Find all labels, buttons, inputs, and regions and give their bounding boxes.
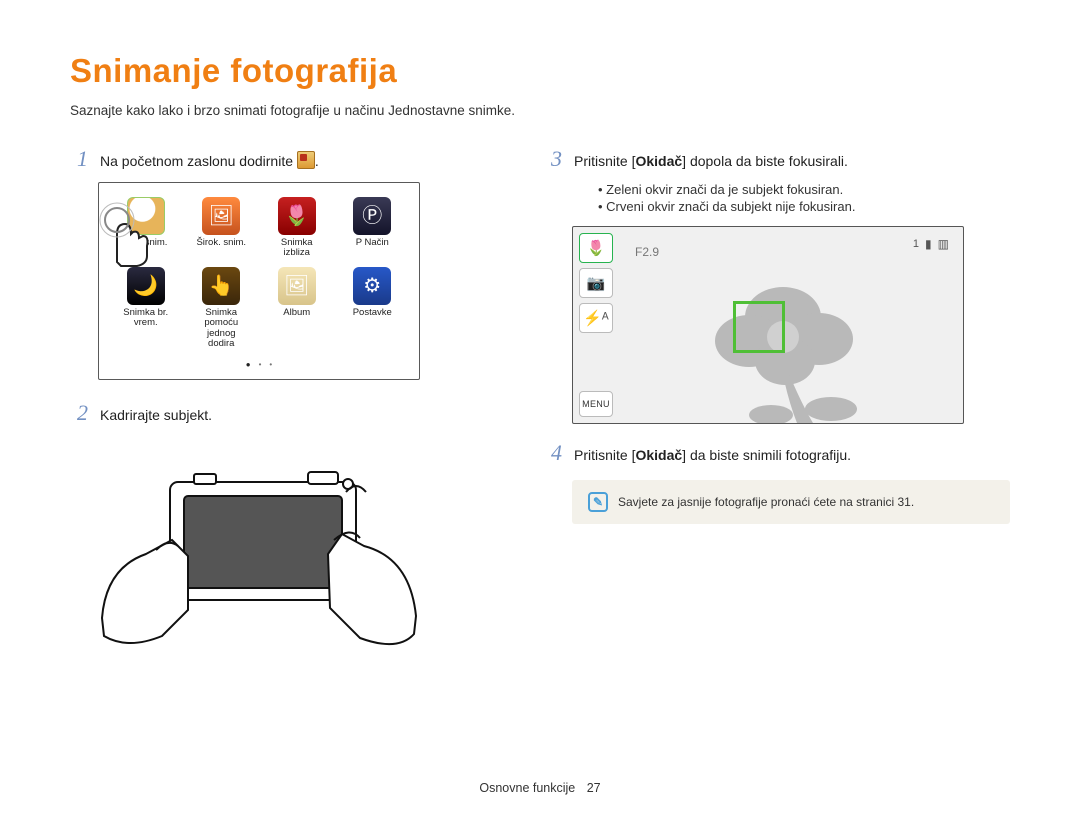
- p-icon: Ⓟ: [353, 197, 391, 235]
- easy-icon: [127, 197, 165, 235]
- step3-pre: Pritisnite [: [574, 153, 635, 169]
- night-icon: 🌙: [127, 267, 165, 305]
- step-number: 1: [70, 146, 88, 172]
- onetouch-icon: 👆: [202, 267, 240, 305]
- page-indicator: ● • •: [117, 360, 401, 369]
- step-text: Pritisnite [Okidač] da biste snimili fot…: [574, 447, 851, 463]
- app-label: Snimka izbliza: [268, 238, 326, 259]
- battery-icon: ▥: [938, 237, 949, 251]
- step-1: 1 Na početnom zaslonu dodirnite .: [70, 146, 500, 172]
- mode-photo-button[interactable]: 📷: [579, 268, 613, 298]
- page-dot: •: [259, 360, 262, 369]
- shutter-keyword: Okidač: [635, 153, 682, 169]
- app-label: Jed. snim.: [117, 238, 175, 248]
- close-icon: 🌷: [278, 197, 316, 235]
- step-3: 3 Pritisnite [Okidač] dopola da biste fo…: [544, 146, 1010, 172]
- step-text: Kadrirajte subjekt.: [100, 407, 212, 423]
- focus-frame: [733, 301, 785, 353]
- page-title: Snimanje fotografija: [70, 52, 1010, 90]
- app-onetouch[interactable]: 👆Snimka pomoću jednog dodira: [193, 267, 251, 350]
- shot-count: 1: [913, 238, 919, 250]
- app-p[interactable]: Ⓟ P Način: [344, 197, 402, 259]
- step-2: 2 Kadrirajte subjekt.: [70, 400, 500, 426]
- mode-macro-button[interactable]: 🌷: [579, 233, 613, 263]
- shutter-keyword: Okidač: [635, 447, 682, 463]
- page-dot: •: [269, 360, 272, 369]
- app-close[interactable]: 🌷 Snimka izbliza: [268, 197, 326, 259]
- step4-post: ] da biste snimili fotografiju.: [682, 447, 851, 463]
- step-text: Pritisnite [Okidač] dopola da biste foku…: [574, 153, 848, 169]
- step-text: Na početnom zaslonu dodirnite .: [100, 151, 319, 169]
- app-label: P Način: [344, 238, 402, 248]
- settings-icon: ⚙: [353, 267, 391, 305]
- album-icon: 🖼: [278, 267, 316, 305]
- app-easy[interactable]: Jed. snim.: [117, 197, 175, 259]
- page-number: 27: [587, 781, 601, 795]
- step-number: 3: [544, 146, 562, 172]
- app-label: Postavke: [344, 308, 402, 318]
- app-label: Snimka pomoću jednog dodira: [193, 308, 251, 350]
- flower-illustration: [693, 265, 923, 424]
- camera-holding-illustration: [98, 438, 418, 668]
- status-bar: 1 ▮ ▥: [913, 237, 949, 251]
- menu-button[interactable]: MENU: [579, 391, 613, 417]
- f-number: F2.9: [635, 245, 659, 259]
- flash-auto-button[interactable]: ⚡ᴬ: [579, 303, 613, 333]
- app-label: Širok. snim.: [193, 238, 251, 248]
- app-album[interactable]: 🖼 Album: [268, 267, 326, 350]
- section-name: Osnovne funkcije: [479, 781, 575, 795]
- wide-icon: 🖼: [202, 197, 240, 235]
- tip-box: ✎ Savjete za jasnije fotografije pronaći…: [572, 480, 1010, 524]
- step3-bullet-red: Crveni okvir znači da subjekt nije fokus…: [598, 199, 1010, 214]
- app-settings[interactable]: ⚙ Postavke: [344, 267, 402, 350]
- step-number: 4: [544, 440, 562, 466]
- step4-pre: Pritisnite [: [574, 447, 635, 463]
- memory-icon: ▮: [925, 237, 932, 251]
- tip-text: Savjete za jasnije fotografije pronaći ć…: [618, 495, 914, 509]
- page-subtitle: Saznajte kako lako i brzo snimati fotogr…: [70, 103, 1010, 118]
- page-footer: Osnovne funkcije 27: [0, 781, 1080, 795]
- easy-shot-icon: [297, 151, 315, 169]
- app-night[interactable]: 🌙 Snimka br. vrem.: [117, 267, 175, 350]
- step3-bullet-green: Zeleni okvir znači da je subjekt fokusir…: [598, 182, 1010, 197]
- app-label: Snimka br. vrem.: [117, 308, 175, 329]
- app-grid: Jed. snim. 🖼 Širok. snim. 🌷 Snimka izbliza Ⓟ P…: [117, 197, 401, 350]
- app-wide[interactable]: 🖼 Širok. snim.: [193, 197, 251, 259]
- step3-post: ] dopola da biste fokusirali.: [682, 153, 848, 169]
- step1-post: .: [315, 153, 319, 169]
- homescreen-panel: Jed. snim. 🖼 Širok. snim. 🌷 Snimka izbliza Ⓟ P…: [98, 182, 420, 380]
- info-icon: ✎: [588, 492, 608, 512]
- step-4: 4 Pritisnite [Okidač] da biste snimili f…: [544, 440, 1010, 466]
- app-label: Album: [268, 308, 326, 318]
- page-dot-active: ●: [246, 360, 251, 369]
- viewfinder-panel: F2.9 1 ▮ ▥ 🌷 📷 ⚡ᴬ MENU: [572, 226, 964, 424]
- step-number: 2: [70, 400, 88, 426]
- step1-pre: Na početnom zaslonu dodirnite: [100, 153, 297, 169]
